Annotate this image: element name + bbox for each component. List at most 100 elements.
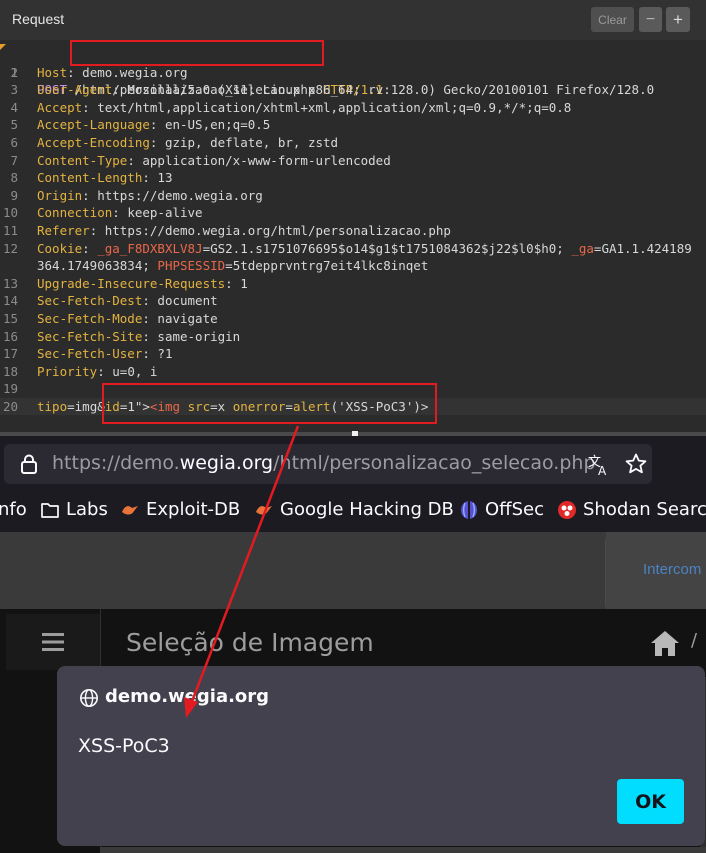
bookmark-google-hacking-db[interactable]: Google Hacking DB	[254, 499, 454, 520]
header-name: Sec-Fetch-Mode	[37, 310, 143, 326]
clear-button[interactable]: Clear	[591, 7, 634, 32]
alert-dialog: demo.wegia.org XSS-PoC3 OK	[57, 666, 705, 846]
line-number: 6	[10, 134, 18, 150]
lock-icon	[21, 454, 37, 474]
cookie-value: GA1.1.424189	[601, 240, 692, 256]
zoom-out-button[interactable]: −	[639, 7, 662, 32]
url-text[interactable]: https://demo.wegia.org/html/personalizac…	[52, 452, 596, 474]
page-bottom-strip	[100, 847, 706, 853]
line-number: 12	[2, 240, 18, 256]
bookmark-label: OffSec	[485, 499, 544, 520]
cookie-header-line[interactable]: 12 Cookie: _ga_F8DXBXLV8J=GS2.1.s17510766…	[0, 240, 706, 258]
header-line[interactable]: 6 Accept-Encoding: gzip, deflate, br, zst…	[0, 134, 706, 152]
ghdb-icon	[256, 505, 272, 515]
page-title: Seleção de Imagem	[126, 628, 374, 657]
path-highlight-box	[70, 40, 324, 66]
header-value: gzip, deflate, br, zstd	[164, 134, 339, 150]
url-bar[interactable]: https://demo.wegia.org/html/personalizac…	[4, 444, 652, 484]
header-value: https://demo.wegia.org	[97, 187, 263, 203]
header-line[interactable]: 3 User-Agent: Mozilla/5.0 (X11; Linux x86…	[0, 81, 706, 99]
header-line[interactable]: 9 Origin: https://demo.wegia.org	[0, 187, 706, 205]
breadcrumb-separator: /	[691, 630, 698, 651]
header-line[interactable]: 2 Host: demo.wegia.org	[0, 64, 706, 82]
svg-text:A: A	[598, 464, 607, 476]
top-strip-divider	[605, 539, 606, 607]
ok-button[interactable]: OK	[617, 779, 684, 824]
line-number: 18	[2, 363, 18, 379]
bookmark-label: nfo	[0, 499, 27, 520]
line-number: 7	[10, 152, 18, 168]
header-value: https://demo.wegia.org/html/personalizac…	[104, 222, 451, 238]
line-number: 5	[10, 117, 18, 133]
header-name: Connection	[37, 205, 113, 221]
bookmark-info[interactable]: nfo	[0, 499, 27, 520]
translate-icon[interactable]: 文 A	[587, 452, 611, 476]
header-line[interactable]: 5 Accept-Language: en-US,en;q=0.5	[0, 116, 706, 134]
cookie-value: 5tdepprvntrg7eit4lkc8inqet	[232, 258, 429, 274]
shodan-icon	[558, 500, 576, 519]
bookmark-star-icon[interactable]	[624, 452, 648, 476]
bookmark-offsec[interactable]: OffSec	[459, 499, 544, 520]
url-path: /html/personalizacao_selecao.php	[273, 452, 596, 474]
header-name: Cookie	[37, 240, 83, 256]
header-name: User-Agent	[37, 82, 113, 98]
header-name: Upgrade-Insecure-Requests	[37, 275, 226, 291]
header-name: Referer	[37, 222, 90, 238]
line-number: 4	[10, 99, 18, 115]
header-name: Origin	[37, 187, 83, 203]
line-number: 11	[2, 222, 18, 238]
line-number: 9	[10, 187, 18, 203]
header-line[interactable]: 10 Connection: keep-alive	[0, 204, 706, 222]
line-number: 15	[2, 310, 18, 326]
home-icon[interactable]	[650, 629, 680, 657]
header-line[interactable]: 8 Content-Length: 13	[0, 169, 706, 187]
bookmark-label: Google Hacking DB	[280, 499, 454, 520]
header-line[interactable]: 18 Priority: u=0, i	[0, 363, 706, 381]
bookmark-exploit-db[interactable]: Exploit-DB	[120, 499, 240, 520]
request-pane-title: Request	[12, 11, 65, 27]
offsec-icon	[461, 500, 477, 519]
header-name: Accept	[37, 99, 83, 115]
header-line[interactable]: 17 Sec-Fetch-User: ?1	[0, 345, 706, 363]
bookmark-label: Shodan Search	[583, 499, 706, 520]
header-value: navigate	[157, 310, 218, 326]
cookie-name: PHPSESSID	[157, 258, 226, 274]
line-number: 17	[2, 346, 18, 362]
header-value: 13	[157, 170, 173, 186]
header-line[interactable]: 14 Sec-Fetch-Dest: document	[0, 292, 706, 310]
header-line[interactable]: 7 Content-Type: application/x-www-form-ur…	[0, 152, 706, 170]
zoom-in-button[interactable]: +	[666, 7, 690, 32]
header-line[interactable]: 16 Sec-Fetch-Site: same-origin	[0, 328, 706, 346]
header-line[interactable]: 15 Sec-Fetch-Mode: navigate	[0, 310, 706, 328]
header-value: ?1	[157, 346, 173, 362]
header-line[interactable]: 13 Upgrade-Insecure-Requests: 1	[0, 275, 706, 293]
header-name: Priority	[37, 363, 98, 379]
hamburger-menu-icon[interactable]	[42, 633, 64, 651]
header-name: Accept-Encoding	[37, 134, 150, 150]
header-name: Host	[37, 64, 68, 80]
request-editor[interactable]: 1 POST /html/personalizacao_selecao.php …	[0, 46, 706, 416]
line-number: 14	[2, 293, 18, 309]
intercom-link[interactable]: Intercom	[643, 561, 701, 578]
header-value: application/x-www-form-urlencoded	[142, 152, 391, 168]
bookmark-shodan[interactable]: Shodan Search	[557, 499, 706, 520]
header-value: 1	[240, 275, 248, 291]
header-name: Accept-Language	[37, 117, 150, 133]
header-line[interactable]: 4 Accept: text/html,application/xhtml+xml…	[0, 99, 706, 117]
line-number: 2	[10, 64, 18, 80]
folder-icon	[41, 502, 59, 518]
header-value: same-origin	[157, 328, 241, 344]
line-number: 3	[10, 82, 18, 98]
exploit-db-icon	[122, 505, 138, 515]
browser-toolbar: https://demo.wegia.org/html/personalizac…	[0, 436, 706, 532]
header-name: Sec-Fetch-User	[37, 346, 143, 362]
cookie-header-continuation[interactable]: 364.1749063834; PHPSESSID=5tdepprvntrg7e…	[0, 257, 706, 275]
page-top-strip	[0, 532, 706, 609]
header-value: text/html,application/xhtml+xml,applicat…	[97, 99, 572, 115]
payload-highlight-box	[102, 383, 437, 424]
bookmark-labs[interactable]: Labs	[40, 499, 108, 520]
dialog-message: XSS-PoC3	[78, 735, 170, 757]
header-name: Sec-Fetch-Site	[37, 328, 143, 344]
header-line[interactable]: 11 Referer: https://demo.wegia.org/html/p…	[0, 222, 706, 240]
header-name: Sec-Fetch-Dest	[37, 293, 143, 309]
